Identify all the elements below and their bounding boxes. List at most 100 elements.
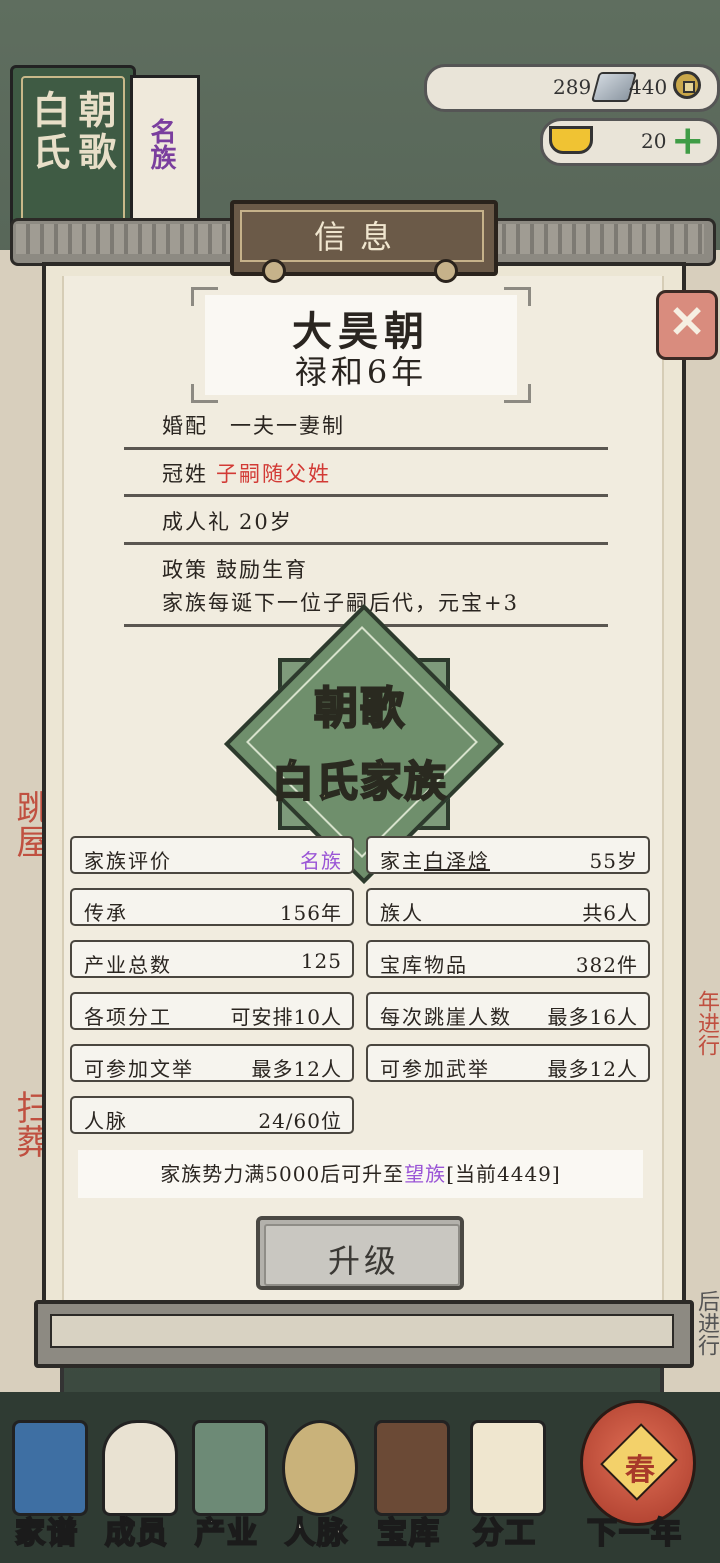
family-book-frame: 朝歌 白氏 (21, 76, 125, 230)
gold-ingot-icon (549, 126, 593, 154)
head-label: 家主 (380, 849, 424, 873)
clan-emblem-place: 朝歌 (313, 682, 406, 735)
stat-label: 产业总数 (84, 953, 172, 977)
family-rank-book: 名族 (130, 75, 200, 231)
family-book-surname: 白氏 (26, 90, 71, 174)
stat-value: 共6人 (582, 901, 638, 925)
stat-label: 可参加武举 (380, 1057, 490, 1081)
treasure-chest-icon (374, 1420, 450, 1516)
stat-value: 24/60位 (258, 1109, 342, 1133)
surname-rule: 冠姓 子嗣随父姓 (124, 458, 608, 488)
stat-label: 家主白泽焓 (380, 845, 490, 874)
upgrade-current: [当前4449] (446, 1162, 561, 1186)
coming-of-age-label: 成人礼 (162, 510, 231, 534)
side-text-right-low: 后进行 (694, 1290, 719, 1356)
plaque-ring-right (434, 259, 458, 283)
stat-value: 最多16人 (547, 1005, 638, 1029)
upgrade-target: 望族 (404, 1162, 447, 1186)
marriage-label: 婚配 (162, 414, 208, 438)
marriage-value: 一夫一妻制 (230, 414, 345, 438)
stat-value: 名族 (300, 849, 342, 873)
divider (124, 447, 608, 450)
stat-label: 宝库物品 (380, 953, 468, 977)
stat-value: 最多12人 (547, 1057, 638, 1081)
coming-of-age-rule: 成人礼 20岁 (124, 506, 608, 536)
plaque-ring-left (262, 259, 286, 283)
add-gold-icon[interactable]: + (671, 121, 705, 161)
currency-bar[interactable]: 289 440 (424, 64, 720, 112)
stat-value: 可安排10人 (230, 1005, 342, 1029)
stat-civil-exam: 可参加文举 最多12人 (70, 1044, 354, 1082)
stat-label: 每次跳崖人数 (380, 1005, 512, 1029)
head-name-link[interactable]: 白泽焓 (424, 849, 490, 873)
stat-label: 家族评价 (84, 849, 172, 873)
divider (124, 542, 608, 545)
building-icon (192, 1420, 268, 1516)
stat-value: 156年 (279, 901, 342, 925)
policy-value: 鼓励生育 (216, 558, 308, 582)
family-book[interactable]: 朝歌 白氏 (10, 65, 136, 241)
upgrade-button-face: 升级 (264, 1224, 460, 1286)
nav-label: 宝库 (376, 1515, 441, 1552)
nav-labor[interactable]: 分工 (460, 1420, 550, 1555)
stat-treasury: 宝库物品 382件 (366, 940, 650, 978)
upgrade-button[interactable]: 升级 (256, 1216, 464, 1290)
nav-industry[interactable]: 产业 (182, 1420, 272, 1555)
network-web-icon (282, 1420, 358, 1516)
copper-coin-icon (673, 71, 701, 99)
stat-network: 人脉 24/60位 (70, 1096, 354, 1134)
stat-heritage: 传承 156年 (70, 888, 354, 926)
genealogy-book-icon (12, 1420, 88, 1516)
silver-count: 289 (553, 75, 592, 99)
policy-rule: 政策 鼓励生育 (124, 554, 608, 584)
dynasty-box: 大昊朝 禄和6年 (191, 287, 531, 403)
stat-label: 各项分工 (84, 1005, 172, 1029)
stat-members: 族人 共6人 (366, 888, 650, 926)
nav-next-year[interactable]: 下一年 (570, 1420, 700, 1555)
coming-of-age-value: 20岁 (239, 510, 293, 534)
nav-genealogy[interactable]: 家谱 (2, 1420, 92, 1555)
policy-label: 政策 (162, 558, 208, 582)
copper-count: 440 (629, 75, 668, 99)
stat-value: 最多12人 (251, 1057, 342, 1081)
stat-label: 传承 (84, 901, 128, 925)
stat-industry: 产业总数 125 (70, 940, 354, 978)
scroll-icon (470, 1420, 546, 1516)
nav-label: 人脉 (284, 1515, 349, 1552)
stat-value: 382件 (575, 953, 638, 977)
nav-label: 家谱 (14, 1515, 79, 1552)
close-icon: ✕ (668, 297, 706, 348)
stat-family-head: 家主白泽焓 55岁 (366, 836, 650, 874)
surname-label: 冠姓 (162, 462, 208, 486)
surname-value: 子嗣随父姓 (216, 462, 331, 486)
stat-labor: 各项分工 可安排10人 (70, 992, 354, 1030)
nav-label: 产业 (194, 1515, 259, 1552)
close-button[interactable]: ✕ (656, 290, 718, 360)
clan-emblem-name: 白氏家族 (271, 756, 448, 807)
upgrade-prefix: 家族势力满5000后可升至 (160, 1162, 405, 1186)
nav-treasury[interactable]: 宝库 (364, 1420, 454, 1555)
nav-label: 分工 (472, 1515, 537, 1552)
dynasty-year: 禄和6年 (294, 353, 428, 391)
divider (124, 494, 608, 497)
dialog-title: 信息 (313, 218, 406, 256)
gold-bar[interactable]: 20 + (540, 118, 720, 166)
nav-network[interactable]: 人脉 (272, 1420, 362, 1555)
stat-label: 人脉 (84, 1109, 128, 1133)
policy-description: 家族每诞下一位子嗣后代，元宝+3 (162, 591, 519, 615)
upgrade-button-label: 升级 (327, 1242, 400, 1280)
family-book-place: 朝歌 (72, 90, 117, 174)
stat-cliff: 每次跳崖人数 最多16人 (366, 992, 650, 1030)
scroll-bottom-frame (34, 1300, 694, 1368)
stat-label: 族人 (380, 901, 424, 925)
stat-value: 125 (300, 949, 342, 973)
stat-military-exam: 可参加武举 最多12人 (366, 1044, 650, 1082)
stat-value: 55岁 (589, 849, 638, 873)
nav-members[interactable]: 成员 (92, 1420, 182, 1555)
side-text-right-mid: 年进行 (694, 990, 719, 1056)
scroll-bottom-inner (50, 1314, 674, 1348)
marriage-rule: 婚配 一夫一妻制 (124, 410, 608, 440)
family-rank-label: 名族 (146, 118, 176, 170)
nav-label: 下一年 (586, 1515, 683, 1552)
member-portrait-icon (102, 1420, 178, 1516)
